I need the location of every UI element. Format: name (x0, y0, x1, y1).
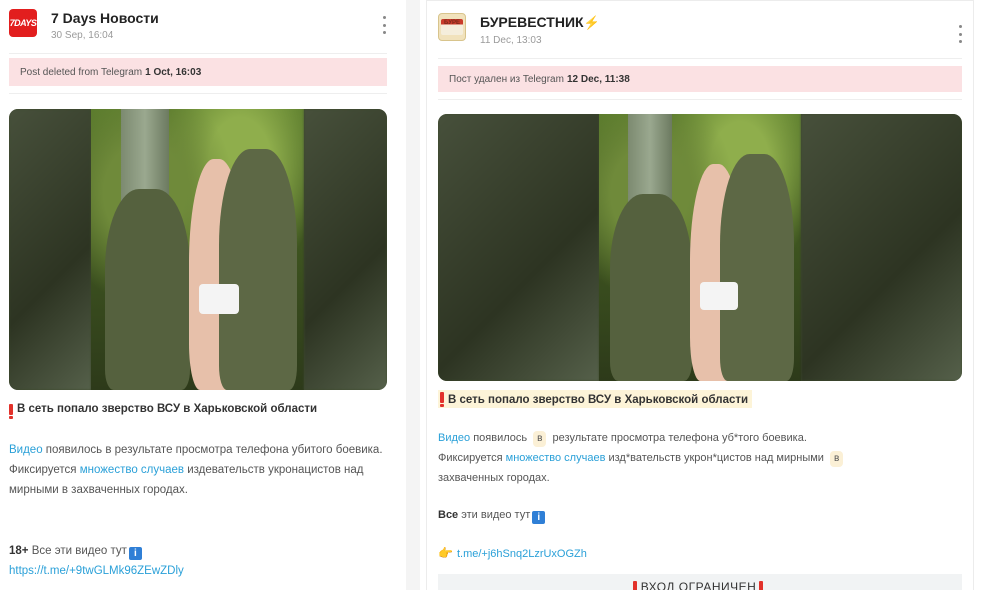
column-gap (406, 0, 420, 590)
body-text: появилось в результате просмотра телефон… (42, 444, 383, 456)
post-headline: В сеть попало зверство ВСУ в Харьковской… (9, 403, 318, 419)
body-text: Фиксируется (9, 464, 80, 476)
post-card-left: 7DAYS 7 Days Новости 30 Sep, 16:04 Post … (0, 0, 398, 590)
banner-date: 12 Dec, 11:38 (566, 73, 630, 85)
pointing-hand-icon: 👉 (438, 546, 453, 560)
body-text: результате просмотра телефона уб*того бо… (549, 432, 807, 444)
channel-logo-text: 7DAYS (9, 18, 37, 28)
access-restricted-button[interactable]: ВХОД ОГРАНИЧЕН (438, 574, 962, 590)
highlight-chip: в (533, 431, 547, 447)
channel-name[interactable]: БУРЕВЕСТНИК⚡ (480, 13, 600, 32)
more-options-icon[interactable] (955, 25, 965, 43)
exclamation-icon (440, 392, 444, 407)
videos-text: эти видео тут (458, 509, 531, 521)
post-body: Видео появилось в результате просмотра т… (9, 440, 391, 500)
exclamation-icon (632, 581, 637, 590)
post-header: БУРЕ БУРЕВЕСТНИК⚡ 11 Dec, 13:03 (438, 13, 600, 46)
lightning-icon: ⚡ (583, 15, 600, 30)
video-link[interactable]: Видео (438, 432, 470, 444)
deleted-banner: Пост удален из Telegram 12 Dec, 11:38 (438, 66, 962, 92)
banner-text: Пост удален из Telegram (449, 73, 564, 85)
videos-line: 18+ Все эти видео тут i (9, 541, 391, 561)
channel-logo[interactable]: БУРЕ (438, 13, 466, 41)
channel-logo[interactable]: 7DAYS (9, 9, 37, 37)
url-line: https://t.me/+9twGLMk96ZEwZDly (9, 561, 391, 581)
telegram-url[interactable]: t.me/+j6hSnq2LzrUxOGZh (457, 548, 587, 560)
cases-link[interactable]: множество случаев (506, 452, 606, 464)
divider (438, 58, 962, 59)
exclamation-icon (759, 581, 764, 590)
divider (9, 53, 387, 54)
post-date: 30 Sep, 16:04 (51, 30, 114, 41)
highlight-chip: в (830, 451, 844, 467)
post-card-right: БУРЕ БУРЕВЕСТНИК⚡ 11 Dec, 13:03 Пост уда… (426, 0, 974, 590)
videos-line: Все эти видео тут i (438, 505, 958, 525)
banner-date: 1 Oct, 16:03 (145, 66, 202, 78)
body-text: изд*вательств укрон*цистов над мирными (605, 452, 827, 464)
post-date: 11 Dec, 13:03 (480, 35, 542, 46)
videos-text: Все эти видео тут (28, 545, 127, 557)
cta-text: ВХОД ОГРАНИЧЕН (640, 580, 757, 590)
age-label: 18+ (9, 545, 29, 557)
channel-logo-text: БУРЕ (441, 19, 463, 35)
deleted-banner: Post deleted from Telegram 1 Oct, 16:03 (9, 58, 387, 86)
post-header: 7DAYS 7 Days Новости 30 Sep, 16:04 (9, 9, 159, 41)
video-link[interactable]: Видео (9, 444, 43, 456)
banner-text: Post deleted from Telegram (20, 66, 143, 78)
more-options-icon[interactable] (379, 16, 389, 34)
channel-name-text: БУРЕВЕСТНИК (480, 14, 584, 30)
exclamation-icon (9, 403, 13, 419)
page: 7DAYS 7 Days Новости 30 Sep, 16:04 Post … (0, 0, 985, 590)
videos-bold: Все (438, 509, 459, 521)
post-headline: В сеть попало зверство ВСУ в Харьковской… (438, 390, 753, 408)
info-icon: i (128, 547, 142, 560)
divider (438, 99, 962, 100)
video-thumbnail[interactable] (9, 109, 387, 390)
video-thumbnail[interactable] (438, 114, 962, 381)
info-icon: i (532, 511, 546, 524)
channel-name[interactable]: 7 Days Новости (51, 9, 159, 27)
telegram-url[interactable]: https://t.me/+9twGLMk96ZEwZDly (9, 565, 184, 577)
post-body: Видео появилось в результате просмотра т… (438, 428, 958, 488)
headline-text: В сеть попало зверство ВСУ в Харьковской… (17, 403, 318, 415)
body-text: появилось (470, 432, 531, 444)
divider (9, 93, 387, 94)
cases-link[interactable]: множество случаев (80, 464, 184, 476)
headline-text: В сеть попало зверство ВСУ в Харьковской… (448, 394, 749, 406)
body-text: захваченных городах. (438, 472, 550, 484)
url-line: 👉 t.me/+j6hSnq2LzrUxOGZh (438, 543, 958, 564)
body-text: Фиксируется (438, 452, 506, 464)
